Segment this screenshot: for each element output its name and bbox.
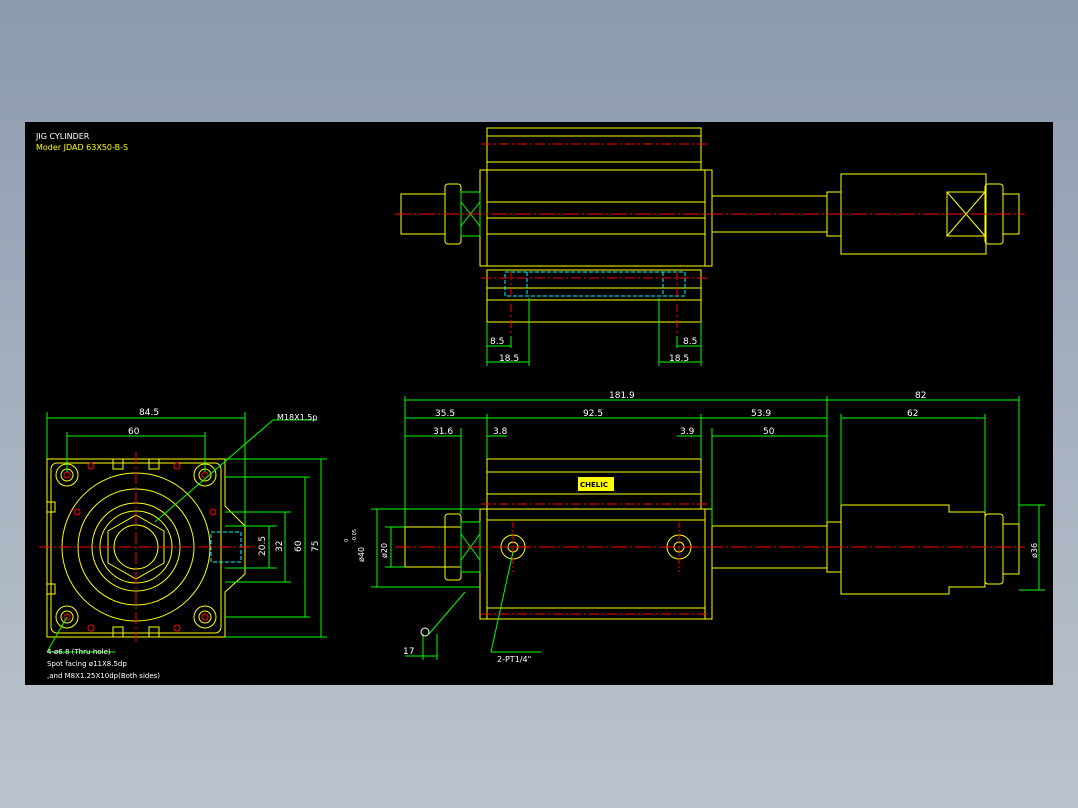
dim-end-84-5: 84.5 [139,408,159,418]
end-view-outline [46,458,246,638]
drawing-model: Moder JDAD 63X50-B-S [36,143,128,152]
note-port-pt14: 2-PT1/4" [497,655,531,664]
drawing-title: JIG CYLINDER [35,132,90,141]
cad-viewport[interactable]: JIG CYLINDER Moder JDAD 63X50-B-S 8.5 18… [25,122,1053,685]
note-spot-facing: Spot facing ø11X8.5dp [47,660,127,668]
dim-3-8: 3.8 [493,427,508,437]
dim-top-left-18-5: 18.5 [499,354,519,364]
dim-end-60-v: 60 [294,540,304,552]
dim-dia-40-tol-upper: 0 [344,539,350,542]
side-end-block [840,504,986,595]
dim-dia-36: ø36 [1030,543,1039,558]
dim-dia-40: ø40 [357,547,366,562]
dim-92-5: 92.5 [583,409,603,419]
dim-31-6: 31.6 [433,427,453,437]
dim-35-5: 35.5 [435,409,455,419]
dim-top-right-18-5: 18.5 [669,354,689,364]
top-view: 8.5 18.5 8.5 18.5 [395,127,1025,366]
dim-end-20-5: 20.5 [258,536,268,556]
side-view: CHELIC 181.9 82 35.5 92.5 53.9 62 31.6 3… [344,391,1045,664]
dim-dia-40-tol-lower: -0.05 [352,529,358,542]
dim-17: 17 [403,647,414,657]
top-body-flange [486,127,702,171]
dim-3-9: 3.9 [680,427,695,437]
end-view: 84.5 60 M18X1.5p 20.5 32 60 75 4-ø6.8 (T… [39,408,327,680]
side-main-body [479,508,713,620]
note-thru-hole: 4-ø6.8 (Thru-hole) [47,648,111,656]
dim-50: 50 [763,427,775,437]
dim-end-75: 75 [311,541,321,552]
dim-end-60: 60 [128,427,140,437]
dim-82: 82 [915,391,926,401]
dim-dia-20: ø20 [380,543,389,558]
note-m8-thread: ,and M8X1.25X10dp(Both sides) [47,672,160,680]
dim-62: 62 [907,409,918,419]
dim-top-right-8-5: 8.5 [683,337,697,347]
chelic-logo-text: CHELIC [580,481,608,489]
cad-drawing: JIG CYLINDER Moder JDAD 63X50-B-S 8.5 18… [35,127,1045,680]
dim-top-left-8-5: 8.5 [490,337,504,347]
callout-m18-thread: M18X1.5p [277,413,317,422]
dim-53-9: 53.9 [751,409,771,419]
dim-181-9: 181.9 [609,391,635,401]
dim-end-32: 32 [275,541,285,552]
